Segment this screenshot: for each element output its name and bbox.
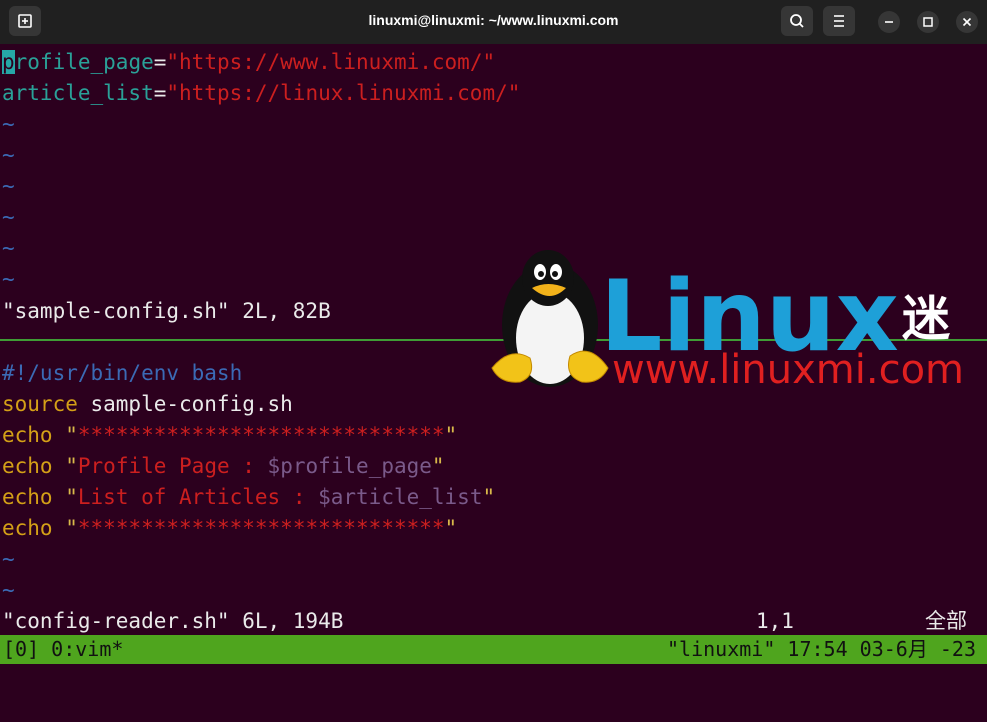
hamburger-menu-icon	[834, 15, 844, 27]
linuxmi-watermark: Linux 迷 www.linuxmi.com	[490, 250, 987, 395]
bottom-pane-status: "config-reader.sh" 6L, 194B	[2, 609, 344, 633]
cursor-position: 1,1	[756, 609, 794, 633]
text-cursor: p	[2, 50, 15, 74]
scroll-indicator: 全部	[925, 609, 967, 633]
editor-line: echo "Profile Page : $profile_page"	[2, 451, 445, 482]
shebang-line: #!/usr/bin/env bash	[2, 361, 243, 385]
string-value: "https://linux.linuxmi.com/"	[166, 81, 521, 105]
editor-line: echo "*****************************"	[2, 420, 457, 451]
keyword: echo	[2, 485, 53, 509]
string-quote: "	[65, 485, 78, 509]
variable-name: rofile_page	[14, 50, 154, 74]
editor-line: article_list="https://linux.linuxmi.com/…	[2, 78, 520, 109]
assign-op: =	[153, 50, 167, 74]
string-variable: $profile_page	[267, 454, 432, 478]
empty-line-tilde: ~	[2, 578, 15, 602]
empty-line-tilde: ~	[2, 547, 15, 571]
empty-line-tilde: ~	[2, 174, 15, 198]
assign-op: =	[153, 81, 167, 105]
keyword: echo	[2, 454, 53, 478]
maximize-button[interactable]	[917, 11, 939, 33]
logo-url: www.linuxmi.com	[612, 347, 964, 393]
string-value: "https://www.linuxmi.com/"	[166, 50, 496, 74]
string-value: List of Articles :	[77, 485, 319, 509]
string-quote: "	[444, 423, 458, 447]
window-titlebar: linuxmi@linuxmi: ~/www.linuxmi.com	[0, 0, 987, 44]
maximize-icon	[923, 17, 933, 27]
variable-name: article_list	[2, 81, 154, 105]
top-pane-status: "sample-config.sh" 2L, 82B	[2, 299, 331, 323]
editor-line: profile_page="https://www.linuxmi.com/"	[2, 47, 495, 78]
logo-char: 迷	[902, 291, 950, 347]
empty-line-tilde: ~	[2, 205, 15, 229]
string-value: *****************************	[77, 423, 445, 447]
tmux-window-list[interactable]: [0] 0:vim*	[3, 635, 123, 664]
string-quote: "	[65, 454, 78, 478]
editor-line: echo "List of Articles : $article_list"	[2, 482, 495, 513]
string-quote: "	[65, 516, 78, 540]
keyword: echo	[2, 423, 53, 447]
editor-line: source sample-config.sh	[2, 389, 293, 420]
tux-penguin-logo: Linux 迷 www.linuxmi.com	[491, 250, 964, 393]
search-button[interactable]	[781, 6, 813, 36]
editor-line: echo "*****************************"	[2, 513, 457, 544]
string-quote: "	[444, 516, 458, 540]
string-quote: "	[482, 485, 496, 509]
string-value: *****************************	[77, 516, 445, 540]
empty-line-tilde: ~	[2, 236, 15, 260]
keyword: source	[2, 392, 78, 416]
source-argument: sample-config.sh	[77, 392, 293, 416]
keyword: echo	[2, 516, 53, 540]
string-quote: "	[431, 454, 445, 478]
string-variable: $article_list	[318, 485, 483, 509]
close-icon	[962, 17, 972, 27]
string-value: Profile Page :	[77, 454, 268, 478]
close-button[interactable]	[956, 11, 978, 33]
tmux-status-right: "linuxmi" 17:54 03-6月 -23	[667, 637, 976, 661]
minimize-button[interactable]	[878, 11, 900, 33]
menu-button[interactable]	[823, 6, 855, 36]
minimize-icon	[885, 21, 893, 23]
empty-line-tilde: ~	[2, 267, 15, 291]
empty-line-tilde: ~	[2, 143, 15, 167]
tmux-status-bar: [0] 0:vim* "linuxmi" 17:54 03-6月 -23	[0, 635, 987, 664]
search-icon	[790, 14, 804, 28]
string-quote: "	[65, 423, 78, 447]
empty-line-tilde: ~	[2, 112, 15, 136]
